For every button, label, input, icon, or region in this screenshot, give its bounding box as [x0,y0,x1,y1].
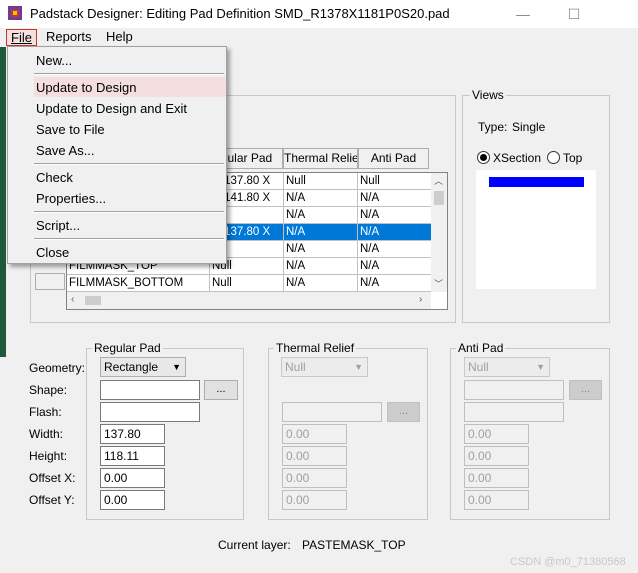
menu-separator [34,211,224,213]
views-group-label: Views [470,88,506,102]
column-header-thermal-relief[interactable]: Thermal Relief [283,148,358,169]
grid-cell-anti[interactable]: N/A [358,190,432,207]
view-preview [476,170,596,289]
scroll-down-arrow-icon[interactable]: ﹀ [434,277,443,290]
maximize-button[interactable]: ☐ [551,0,597,28]
window-title: Padstack Designer: Editing Pad Definitio… [30,6,450,21]
geometry-label: Geometry: [29,361,86,375]
chevron-down-icon: ▼ [172,362,181,372]
regular-pad-group-label: Regular Pad [92,341,163,355]
radio-top-label[interactable]: Top [563,151,582,165]
watermark: CSDN @m0_71380568 [510,556,626,568]
grid-cell-thermal-selected[interactable]: N/A [284,224,358,241]
regular-width-field[interactable]: 137.80 [100,424,165,444]
pad-xsection-bar [489,177,584,187]
anti-flash-field [464,402,564,422]
file-menu-dropdown: New... Update to Design Update to Design… [7,46,227,264]
menu-item-update-to-design-and-exit[interactable]: Update to Design and Exit [36,101,187,116]
menu-separator [34,238,224,240]
current-layer-value: PASTEMASK_TOP [302,538,406,552]
background-window-edge [0,47,6,357]
anti-geometry-select: Null ▼ [464,357,550,377]
column-header-anti-pad[interactable]: Anti Pad [358,148,429,169]
grid-cell-anti-selected[interactable]: N/A [358,224,432,241]
regular-flash-field[interactable] [100,402,200,422]
regular-shape-browse-button[interactable]: ... [204,380,238,400]
grid-cell-thermal[interactable]: N/A [284,190,358,207]
grid-cell-regular[interactable]: Null [210,275,284,292]
anti-pad-group-label: Anti Pad [456,341,506,355]
scroll-thumb[interactable] [434,191,444,205]
menu-item-properties[interactable]: Properties... [36,191,106,206]
menu-item-save-as[interactable]: Save As... [36,143,95,158]
grid-cell-thermal[interactable]: N/A [284,275,358,292]
radio-xsection-label[interactable]: XSection [493,151,541,165]
thermal-flash-field [282,402,382,422]
anti-shape-browse-button: ... [569,380,602,400]
views-type-label: Type: [478,120,508,134]
regular-geometry-select[interactable]: Rectangle ▼ [100,357,186,377]
scroll-up-arrow-icon[interactable]: ︿ [434,174,443,187]
anti-shape-field [464,380,564,400]
menu-separator [34,73,224,75]
thermal-width-field: 0.00 [282,424,347,444]
menu-item-close[interactable]: Close [36,245,69,260]
grid-cell-anti[interactable]: N/A [358,258,432,275]
chevron-down-icon: ▼ [536,362,545,372]
menu-file[interactable]: File [6,29,37,46]
menu-item-update-to-design[interactable]: Update to Design [36,80,136,95]
views-type-value: Single [512,120,546,134]
grid-cell-anti[interactable]: N/A [358,241,432,258]
anti-offset-y-field: 0.00 [464,490,529,510]
width-label: Width: [29,427,64,441]
thermal-geometry-select: Null ▼ [281,357,368,377]
grid-cell-anti[interactable]: Null [358,173,432,190]
menu-reports[interactable]: Reports [42,29,96,46]
thermal-offset-x-field: 0.00 [282,468,347,488]
thermal-height-field: 0.00 [282,446,347,466]
thermal-relief-group-label: Thermal Relief [274,341,357,355]
menu-separator [34,163,224,165]
anti-height-field: 0.00 [464,446,529,466]
anti-offset-x-field: 0.00 [464,468,529,488]
menu-item-new[interactable]: New... [36,53,72,68]
height-label: Height: [29,449,68,463]
grid-cell-thermal[interactable]: Null [284,173,358,190]
offset-y-label: Offset Y: [29,493,75,507]
anti-width-field: 0.00 [464,424,529,444]
grid-vertical-scrollbar[interactable]: ︿ ﹀ [431,173,447,292]
grid-cell-anti[interactable]: N/A [358,207,432,224]
app-icon [8,6,22,20]
regular-offset-y-field[interactable]: 0.00 [100,490,165,510]
menu-help[interactable]: Help [102,29,137,46]
grid-cell-anti[interactable]: N/A [358,275,432,292]
grid-cell-thermal[interactable]: N/A [284,207,358,224]
minimize-button[interactable]: — [500,0,546,28]
scroll-left-arrow-icon[interactable]: ‹ [71,294,74,305]
scroll-right-arrow-icon[interactable]: › [419,294,422,305]
offset-x-label: Offset X: [29,471,76,485]
scroll-thumb[interactable] [85,296,101,305]
grid-cell-thermal[interactable]: N/A [284,258,358,275]
row-header-button[interactable] [35,273,65,290]
grid-cell-thermal[interactable]: N/A [284,241,358,258]
regular-offset-x-field[interactable]: 0.00 [100,468,165,488]
menu-item-save-to-file[interactable]: Save to File [36,122,105,137]
menu-item-check[interactable]: Check [36,170,73,185]
grid-cell-layer[interactable]: FILMMASK_BOTTOM [67,275,210,292]
thermal-offset-y-field: 0.00 [282,490,347,510]
flash-label: Flash: [29,405,62,419]
chevron-down-icon: ▼ [354,362,363,372]
grid-horizontal-scrollbar[interactable]: ‹ › [67,292,431,309]
thermal-browse-button: ... [387,402,420,422]
regular-height-field[interactable]: 118.11 [100,446,165,466]
menu-item-script[interactable]: Script... [36,218,80,233]
regular-shape-field[interactable] [100,380,200,400]
radio-top[interactable] [547,151,560,164]
shape-label: Shape: [29,383,68,397]
current-layer-label: Current layer: [218,538,291,552]
menubar [0,28,638,47]
radio-xsection[interactable] [477,151,490,164]
menu-icon-strip [8,47,30,263]
